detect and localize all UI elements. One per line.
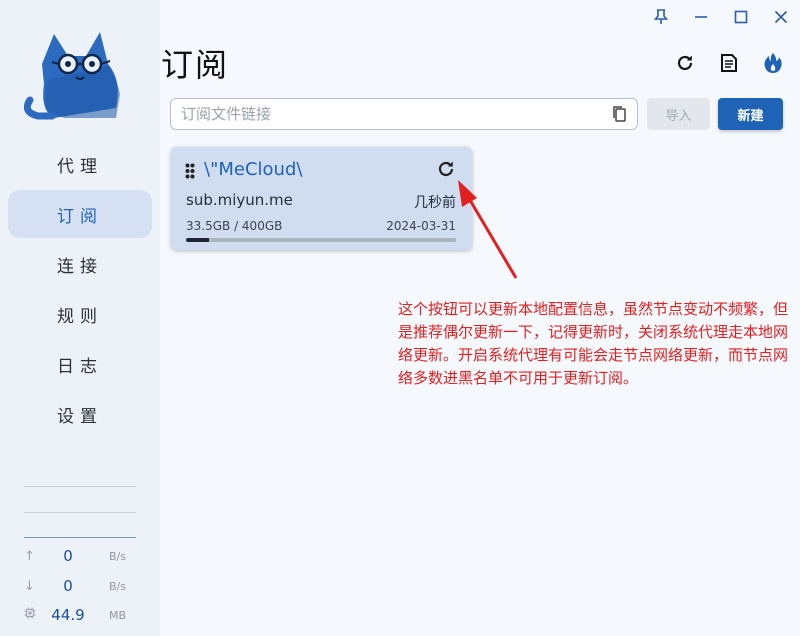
close-icon[interactable] bbox=[772, 6, 790, 28]
download-speed-unit: B/s bbox=[109, 579, 126, 593]
divider bbox=[24, 486, 136, 487]
memory-chip-icon bbox=[24, 607, 40, 623]
cat-logo-icon bbox=[24, 32, 120, 120]
pin-icon[interactable] bbox=[652, 6, 670, 28]
arrow-up-icon: ↑ bbox=[24, 548, 35, 564]
page-title: 订阅 bbox=[161, 46, 230, 84]
sidebar: 代理 订阅 连接 规则 日志 设置 ↑ 0 B/s ↓ 0 B/s 44.9 M… bbox=[0, 0, 160, 636]
drag-handle-icon[interactable] bbox=[185, 163, 195, 179]
memory-usage-unit: MB bbox=[108, 608, 126, 622]
subscription-name: \"MeCloud\ bbox=[204, 159, 303, 180]
header-actions bbox=[674, 52, 784, 74]
new-subscription-button[interactable]: 新建 bbox=[718, 98, 783, 130]
subscription-traffic-usage: 33.5GB / 400GB bbox=[186, 219, 283, 233]
sidebar-item-settings[interactable]: 设置 bbox=[8, 390, 152, 438]
traffic-progress-fill bbox=[186, 238, 209, 242]
fire-icon[interactable] bbox=[762, 52, 784, 74]
maximize-icon[interactable] bbox=[732, 6, 750, 28]
sidebar-item-rules[interactable]: 规则 bbox=[8, 290, 152, 338]
sidebar-item-subscriptions[interactable]: 订阅 bbox=[8, 190, 152, 238]
upload-speed: ↑ 0 B/s bbox=[24, 545, 136, 567]
subscription-url-field[interactable] bbox=[171, 99, 601, 129]
upload-speed-unit: B/s bbox=[109, 549, 126, 563]
sidebar-item-proxy[interactable]: 代理 bbox=[8, 140, 152, 188]
refresh-icon[interactable] bbox=[436, 159, 456, 179]
import-button[interactable]: 导入 bbox=[647, 98, 710, 130]
refresh-icon[interactable] bbox=[674, 52, 696, 74]
subscription-url-input[interactable] bbox=[170, 98, 638, 130]
minimize-icon[interactable] bbox=[692, 6, 710, 28]
download-speed-value: 0 bbox=[63, 577, 73, 595]
upload-speed-value: 0 bbox=[63, 547, 73, 565]
subscription-expire-date: 2024-03-31 bbox=[386, 219, 456, 233]
arrow-down-icon: ↓ bbox=[24, 578, 35, 594]
sidebar-item-logs[interactable]: 日志 bbox=[8, 340, 152, 388]
document-icon[interactable] bbox=[718, 52, 740, 74]
memory-usage-value: 44.9 bbox=[51, 606, 85, 624]
subscription-host: sub.miyun.me bbox=[186, 191, 293, 209]
traffic-progress-bar bbox=[186, 238, 456, 242]
download-speed: ↓ 0 B/s bbox=[24, 575, 136, 597]
sidebar-item-connections[interactable]: 连接 bbox=[8, 240, 152, 288]
window-controls bbox=[652, 6, 790, 28]
divider bbox=[24, 537, 136, 538]
subscription-updated-time: 几秒前 bbox=[414, 195, 456, 211]
paste-icon[interactable] bbox=[601, 99, 637, 129]
divider bbox=[24, 512, 136, 513]
subscription-card[interactable]: \"MeCloud\ sub.miyun.me 几秒前 33.5GB / 400… bbox=[171, 147, 472, 250]
memory-usage: 44.9 MB bbox=[24, 604, 136, 626]
annotation-text: 这个按钮可以更新本地配置信息，虽然节点变动不频繁，但是推荐偶尔更新一下，记得更新… bbox=[398, 300, 789, 387]
